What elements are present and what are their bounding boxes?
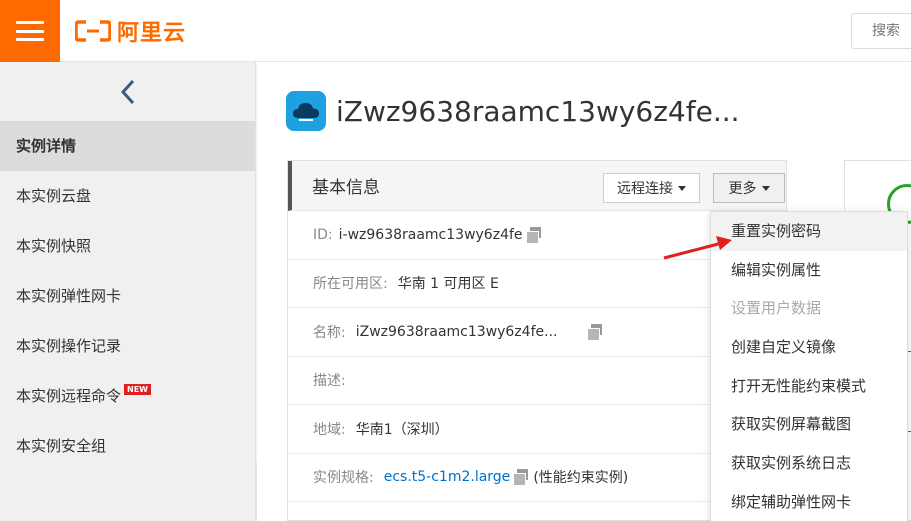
menu-item-system-log[interactable]: 获取实例系统日志 bbox=[711, 444, 907, 483]
more-button[interactable]: 更多 bbox=[713, 173, 785, 203]
sidebar-item-label: 本实例弹性网卡 bbox=[16, 287, 122, 305]
info-label: ID: bbox=[313, 226, 333, 243]
more-label: 更多 bbox=[728, 181, 757, 197]
sidebar: 实例详情 本实例云盘 本实例快照 本实例弹性网卡 本实例操作记录 本实例远程命令… bbox=[0, 62, 256, 521]
logo-text: 阿里云 bbox=[117, 21, 187, 46]
menu-item-create-image[interactable]: 创建自定义镜像 bbox=[711, 328, 907, 367]
page-header: iZwz9638raamc13wy6z4fe... bbox=[286, 89, 740, 133]
info-value: 华南 1 可用区 E bbox=[397, 276, 499, 293]
top-bar: 阿里云 bbox=[0, 0, 911, 62]
sidebar-item-label: 本实例云盘 bbox=[16, 187, 92, 205]
info-value: 华南1（深圳） bbox=[355, 421, 449, 438]
hamburger-icon bbox=[16, 21, 44, 41]
menu-item-edit-attributes[interactable]: 编辑实例属性 bbox=[711, 251, 907, 290]
aliyun-logo[interactable]: 阿里云 bbox=[75, 17, 187, 46]
aliyun-logo-icon bbox=[75, 20, 111, 42]
info-label: 实例规格: bbox=[313, 470, 374, 487]
menu-button[interactable] bbox=[0, 0, 60, 62]
sidebar-item-snapshots[interactable]: 本实例快照 bbox=[0, 221, 255, 271]
instance-type-note: (性能约束实例) bbox=[533, 470, 629, 487]
sidebar-item-eni[interactable]: 本实例弹性网卡 bbox=[0, 271, 255, 321]
instance-type-link[interactable]: ecs.t5-c1m2.large bbox=[384, 469, 511, 485]
sidebar-item-label: 本实例远程命令 bbox=[16, 387, 122, 405]
info-value: i-wz9638raamc13wy6z4fe bbox=[338, 226, 523, 243]
sidebar-item-label: 实例详情 bbox=[16, 137, 77, 155]
search-input[interactable] bbox=[872, 23, 911, 39]
chevron-left-icon bbox=[120, 79, 134, 104]
remote-connect-label: 远程连接 bbox=[617, 181, 673, 197]
sidebar-item-label: 本实例操作记录 bbox=[16, 337, 122, 355]
info-label: 描述: bbox=[313, 373, 346, 390]
sidebar-item-security-groups[interactable]: 本实例安全组 bbox=[0, 421, 255, 471]
caret-down-icon bbox=[761, 185, 770, 191]
sidebar-item-label: 本实例安全组 bbox=[16, 437, 107, 455]
remote-connect-button[interactable]: 远程连接 bbox=[603, 173, 700, 203]
sidebar-item-remote-commands[interactable]: 本实例远程命令 NEW bbox=[0, 371, 255, 421]
sidebar-item-instance-details[interactable]: 实例详情 bbox=[0, 121, 255, 171]
info-label: 名称: bbox=[313, 324, 346, 341]
copy-icon[interactable] bbox=[525, 226, 542, 244]
info-value: iZwz9638raamc13wy6z4fe... bbox=[355, 323, 558, 340]
menu-item-screenshot[interactable]: 获取实例屏幕截图 bbox=[711, 405, 907, 444]
menu-item-set-user-data: 设置用户数据 bbox=[731, 299, 822, 318]
page-title: iZwz9638raamc13wy6z4fe... bbox=[336, 94, 740, 128]
menu-item-bind-eni[interactable]: 绑定辅助弹性网卡 bbox=[711, 483, 907, 521]
copy-icon[interactable] bbox=[513, 469, 529, 487]
new-badge: NEW bbox=[124, 384, 151, 395]
cloud-server-icon bbox=[286, 91, 326, 131]
caret-down-icon bbox=[678, 185, 686, 191]
menu-item-reset-password[interactable]: 重置实例密码 bbox=[711, 212, 907, 251]
more-dropdown-menu: 重置实例密码 编辑实例属性 设置用户数据 创建自定义镜像 打开无性能约束模式 获… bbox=[710, 211, 908, 521]
info-label: 地域: bbox=[313, 421, 346, 438]
panel-title: 基本信息 bbox=[312, 178, 380, 198]
sidebar-item-operation-log[interactable]: 本实例操作记录 bbox=[0, 321, 255, 371]
sidebar-item-label: 本实例快照 bbox=[16, 237, 92, 255]
back-button[interactable] bbox=[0, 62, 255, 121]
copy-icon[interactable] bbox=[587, 323, 603, 341]
panel-header: 基本信息 远程连接 更多 bbox=[288, 161, 786, 211]
search-box[interactable] bbox=[851, 13, 911, 49]
sidebar-item-disks[interactable]: 本实例云盘 bbox=[0, 171, 255, 221]
info-label: 所在可用区: bbox=[313, 276, 388, 293]
menu-item-unlimited-mode[interactable]: 打开无性能约束模式 bbox=[711, 367, 907, 406]
